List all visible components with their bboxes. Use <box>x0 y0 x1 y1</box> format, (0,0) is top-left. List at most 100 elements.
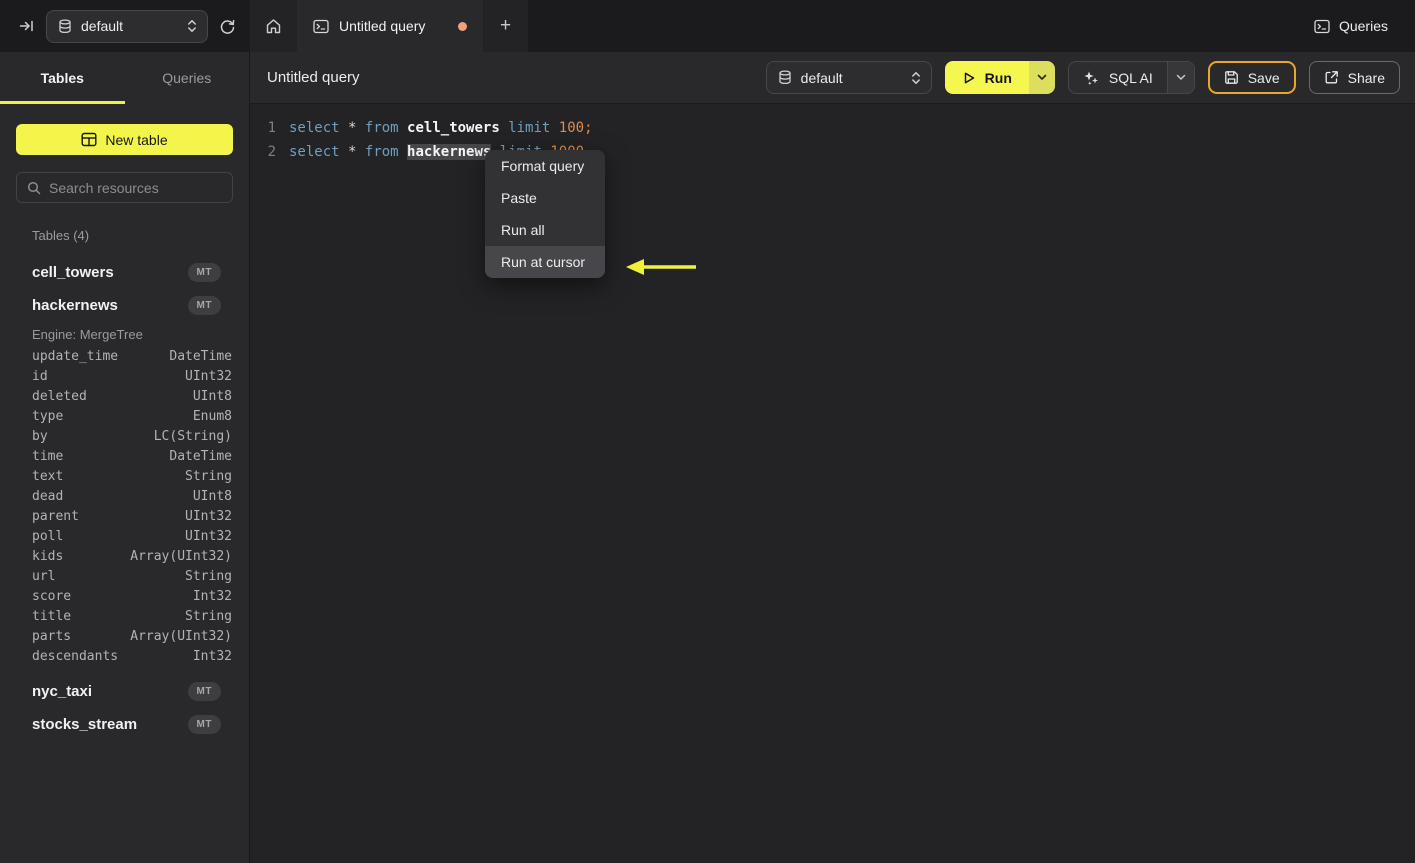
column-type: UInt32 <box>185 528 232 544</box>
sql-ai-split-button: SQL AI <box>1067 61 1195 94</box>
column-type: Int32 <box>192 648 232 664</box>
column-type: Array(UInt32) <box>130 548 232 564</box>
editor-code-line: 1 select * from cell_towers limit 100; <box>266 116 1415 140</box>
table-column-row: kids Array(UInt32) <box>16 546 233 566</box>
context-menu-item-run-all[interactable]: Run all <box>485 214 605 246</box>
run-options-caret[interactable] <box>1028 61 1055 94</box>
search-icon <box>27 181 41 195</box>
column-name: parts <box>32 628 72 644</box>
table-engine-badge: MT <box>187 715 221 734</box>
save-button-label: Save <box>1247 69 1280 86</box>
table-column-row: dead UInt8 <box>16 486 233 506</box>
table-name: stocks_stream <box>32 716 138 733</box>
column-name: text <box>32 468 64 484</box>
new-tab-button[interactable]: + <box>483 0 528 52</box>
collapse-sidebar-button[interactable] <box>19 18 35 34</box>
column-name: parent <box>32 508 79 524</box>
refresh-button[interactable] <box>219 18 236 35</box>
table-row[interactable]: stocks_stream MT <box>16 708 233 741</box>
query-title: Untitled query <box>267 69 360 86</box>
search-input[interactable] <box>49 179 230 196</box>
column-name: dead <box>32 488 64 504</box>
database-icon <box>58 18 72 34</box>
code-token: hackernews <box>407 144 492 160</box>
table-column-row: type Enum8 <box>16 406 233 426</box>
tab-untitled-query[interactable]: Untitled query <box>297 0 483 52</box>
table-column-row: text String <box>16 466 233 486</box>
editor-code-line: 2 select * from hackernews limit 1000 <box>266 140 1415 164</box>
queries-button[interactable]: Queries <box>1314 0 1415 52</box>
sql-editor[interactable]: 1 select * from cell_towers limit 100; 2… <box>250 104 1415 863</box>
terminal-icon <box>313 19 329 34</box>
chevron-updown-icon <box>911 71 921 85</box>
toolbar-database-selector[interactable]: default <box>765 61 932 94</box>
query-toolbar: Untitled query default Run SQL AI Save S… <box>250 52 1415 104</box>
context-menu-item-run-at-cursor[interactable]: Run at cursor <box>485 246 605 278</box>
sql-console-app: default Untitled query + Queries Tables … <box>0 0 1415 863</box>
code-token: select <box>289 120 340 136</box>
column-type: UInt8 <box>192 488 232 504</box>
sql-ai-button[interactable]: SQL AI <box>1069 62 1167 93</box>
chevron-down-icon <box>1176 74 1186 81</box>
engine-label: Engine: MergeTree <box>32 326 143 342</box>
unsaved-changes-dot <box>458 21 467 31</box>
table-row[interactable]: nyc_taxi MT <box>16 675 233 708</box>
column-name: id <box>32 368 48 384</box>
table-row[interactable]: cell_towers MT <box>16 256 233 289</box>
share-button[interactable]: Share <box>1308 61 1400 94</box>
table-column-row: score Int32 <box>16 586 233 606</box>
sparkles-icon <box>1083 70 1099 86</box>
table-row[interactable]: hackernews MT <box>16 289 233 322</box>
context-menu-item-format-query[interactable]: Format query <box>485 150 605 182</box>
sidebar-tab-queries[interactable]: Queries <box>125 52 250 104</box>
editor-lines: 1 select * from cell_towers limit 100; 2… <box>266 116 1415 164</box>
column-type: String <box>185 608 232 624</box>
topbar-database-value: default <box>81 18 124 34</box>
sidebar-tab-tables[interactable]: Tables <box>0 52 125 104</box>
table-column-row: id UInt32 <box>16 366 233 386</box>
topbar-database-selector[interactable]: default <box>46 9 208 43</box>
column-name: score <box>32 588 72 604</box>
table-engine-badge: MT <box>187 296 221 315</box>
table-column-row: descendants Int32 <box>16 646 233 666</box>
new-table-button[interactable]: New table <box>16 124 233 155</box>
home-button[interactable] <box>250 0 297 52</box>
table-engine-badge: MT <box>187 682 221 701</box>
column-type: String <box>185 568 232 584</box>
column-name: time <box>32 448 64 464</box>
table-column-row: deleted UInt8 <box>16 386 233 406</box>
column-type: Array(UInt32) <box>130 628 232 644</box>
column-name: url <box>32 568 56 584</box>
table-column-row: time DateTime <box>16 446 233 466</box>
column-type: Int32 <box>192 588 232 604</box>
sidebar-tabs: Tables Queries <box>0 52 249 104</box>
search-box <box>16 172 233 203</box>
context-menu-item-paste[interactable]: Paste <box>485 182 605 214</box>
run-button[interactable]: Run <box>944 61 1029 94</box>
table-column-row: url String <box>16 566 233 586</box>
save-button[interactable]: Save <box>1207 61 1296 94</box>
topbar: default Untitled query + Queries <box>0 0 1415 52</box>
body: Tables Queries New table Tables (4) <box>0 52 1415 863</box>
table-name: nyc_taxi <box>32 683 93 700</box>
new-table-icon <box>81 132 97 147</box>
editor-context-menu: Format query Paste Run all Run at cursor <box>485 150 605 278</box>
column-type: UInt32 <box>185 508 232 524</box>
table-column-row: by LC(String) <box>16 426 233 446</box>
table-column-row: parts Array(UInt32) <box>16 626 233 646</box>
tables-section-label: Tables (4) <box>32 228 90 243</box>
column-type: DateTime <box>169 448 232 464</box>
code-token: from <box>364 120 399 136</box>
queries-button-label: Queries <box>1338 18 1388 34</box>
sql-ai-caret[interactable] <box>1166 62 1194 93</box>
column-type: Enum8 <box>192 408 232 424</box>
terminal-icon <box>1314 19 1330 34</box>
database-icon <box>778 70 792 85</box>
column-name: kids <box>32 548 64 564</box>
column-type: DateTime <box>169 348 232 364</box>
